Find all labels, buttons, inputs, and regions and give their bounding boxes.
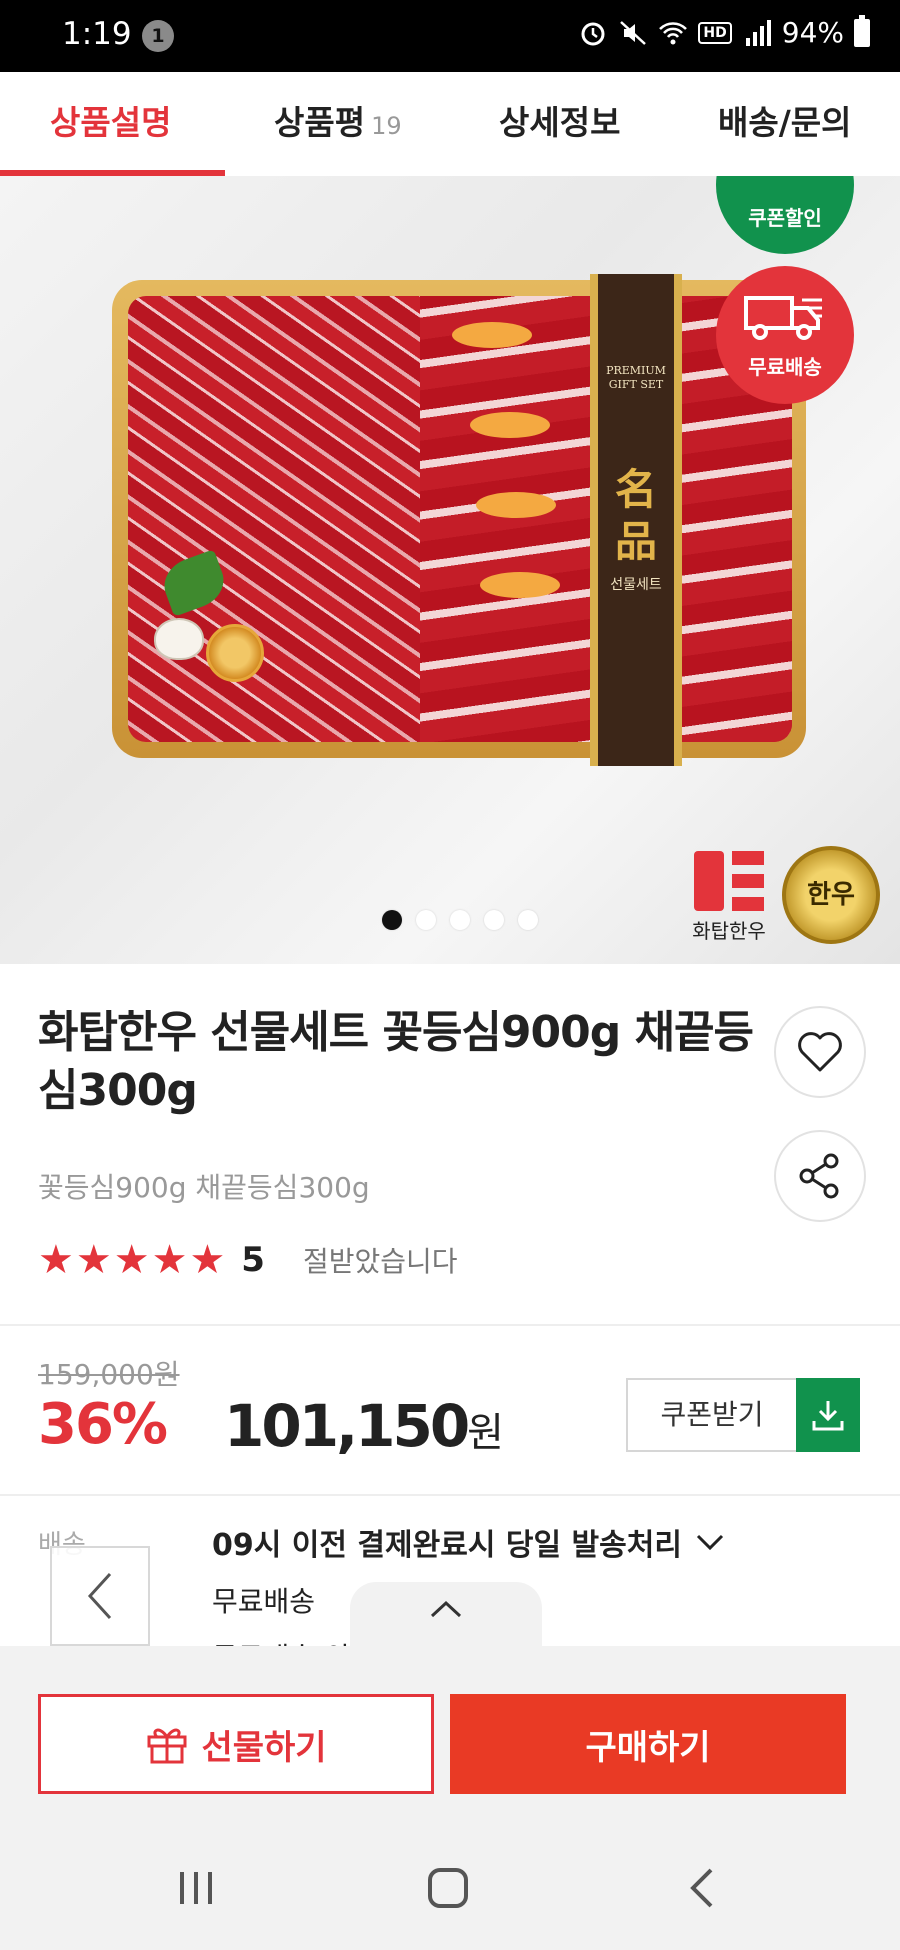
truck-icon [744, 296, 822, 340]
star-icon: ★ [75, 1237, 112, 1283]
brand-logo: 화탑한우 [682, 851, 776, 944]
get-coupon-button[interactable]: 쿠폰받기 [626, 1378, 860, 1452]
recent-apps-button[interactable] [166, 1862, 226, 1914]
fat-marbling [480, 572, 560, 598]
status-icons: HD 94% [578, 14, 870, 49]
carousel-dot[interactable] [382, 910, 402, 930]
tab-label: 배송/문의 [718, 103, 852, 142]
signal-icon [745, 19, 771, 46]
lemon-garnish [206, 624, 264, 682]
fat-marbling [452, 322, 532, 348]
gift-button[interactable]: 선물하기 [38, 1694, 434, 1794]
favorite-button[interactable] [774, 1006, 866, 1098]
rating-value: 5 [241, 1240, 265, 1280]
tab-label: 상품설명 [50, 103, 172, 142]
carousel-dot[interactable] [416, 910, 436, 930]
share-icon [799, 1153, 839, 1199]
recent-apps-icon [180, 1872, 212, 1904]
carousel-dot[interactable] [450, 910, 470, 930]
chevron-up-icon [430, 1600, 462, 1618]
heart-icon [798, 1032, 842, 1072]
fat-marbling [470, 412, 550, 438]
download-icon [796, 1378, 860, 1452]
gift-button-label: 선물하기 [201, 1727, 327, 1768]
carousel-dot[interactable] [518, 910, 538, 930]
bottom-action-bar: 선물하기 구매하기 [0, 1646, 900, 1826]
tab-details[interactable]: 상세정보 [499, 96, 620, 144]
coupon-button-label: 쿠폰받기 [660, 1398, 764, 1431]
divider [0, 1324, 900, 1326]
rating-comment: 절받았습니다 [302, 1245, 458, 1278]
home-button[interactable] [418, 1862, 478, 1914]
back-floating-button[interactable] [50, 1546, 150, 1646]
mushroom-garnish [154, 618, 204, 660]
tab-label: 상세정보 [499, 103, 621, 142]
sale-price: 101,150원 [224, 1392, 504, 1460]
status-bar: 1:19 1 HD 94% [0, 0, 900, 72]
product-subtitle: 꽃등심900g 채끝등심300g [38, 1171, 370, 1204]
product-title: 화탑한우 선물세트 꽃등심900g 채끝등심300g [38, 1007, 754, 1116]
product-image-carousel[interactable]: PREMIUM GIFT SET 名 品 선물세트 쿠폰할인 무료배송 화탑한우… [0, 176, 900, 964]
carousel-dot[interactable] [484, 910, 504, 930]
home-icon [428, 1868, 468, 1908]
hanwoo-certification-seal: 한우 [782, 846, 880, 944]
gift-set-label: PREMIUM GIFT SET 名 品 선물세트 [590, 274, 682, 766]
battery-icon [854, 14, 870, 47]
system-nav-bar [0, 1826, 900, 1950]
free-shipping-text: 무료배송 [748, 355, 822, 379]
star-icon: ★ [151, 1237, 188, 1283]
gift-icon [147, 1728, 187, 1764]
divider [0, 1494, 900, 1496]
shipping-free-text: 무료배송 [212, 1585, 316, 1618]
sale-price-amount: 101,150 [224, 1392, 470, 1460]
gift-set-subtext: 선물세트 [610, 577, 662, 593]
product-tabs: 상품설명 상품평 19 상세정보 배송/문의 [0, 72, 900, 176]
original-price: 159,000원 [38, 1358, 180, 1391]
chevron-down-icon [696, 1534, 723, 1551]
status-time: 1:19 [62, 16, 132, 52]
discount-rate: 36% [38, 1392, 168, 1457]
fat-marbling [476, 492, 556, 518]
star-icon: ★ [113, 1237, 150, 1283]
battery-percent: 94% [781, 16, 844, 49]
star-icon: ★ [38, 1237, 74, 1283]
system-back-button[interactable] [672, 1862, 732, 1914]
tab-shipping-inquiry[interactable]: 배송/문의 [718, 96, 852, 144]
tab-label: 상품평 [274, 103, 366, 142]
buy-button-label: 구매하기 [585, 1727, 711, 1768]
wifi-icon [659, 21, 688, 44]
brand-name: 화탑한우 [692, 919, 766, 943]
buy-button[interactable]: 구매하기 [450, 1694, 846, 1794]
shipping-info-toggle[interactable]: 09시 이전 결제완료시 당일 발송처리 [212, 1520, 726, 1564]
chevron-left-icon [87, 1572, 112, 1620]
rating-row[interactable]: ★ ★ ★ ★ ★ 5 절받았습니다 [38, 1240, 458, 1280]
review-count: 19 [371, 112, 402, 140]
mute-icon [620, 20, 647, 45]
free-shipping-badge: 무료배송 [716, 266, 854, 404]
price-unit: 원 [467, 1410, 504, 1456]
hd-voice-icon: HD [698, 21, 732, 44]
star-icon: ★ [189, 1237, 226, 1283]
tab-description[interactable]: 상품설명 [50, 96, 171, 144]
myeongpum-text: 名 品 [614, 465, 657, 566]
premium-gift-set-text: PREMIUM GIFT SET [606, 364, 666, 391]
tab-reviews[interactable]: 상품평 19 [274, 96, 402, 144]
coupon-discount-badge: 쿠폰할인 [716, 176, 854, 254]
alarm-icon [581, 22, 605, 45]
share-button[interactable] [774, 1130, 866, 1222]
back-icon [690, 1868, 713, 1908]
rating-stars: ★ ★ ★ ★ ★ [38, 1240, 225, 1280]
shipping-main-text: 09시 이전 결제완료시 당일 발송처리 [212, 1528, 682, 1563]
notification-badge: 1 [142, 20, 174, 52]
brand-mark-icon [694, 851, 764, 911]
expand-up-tab[interactable] [350, 1582, 542, 1646]
